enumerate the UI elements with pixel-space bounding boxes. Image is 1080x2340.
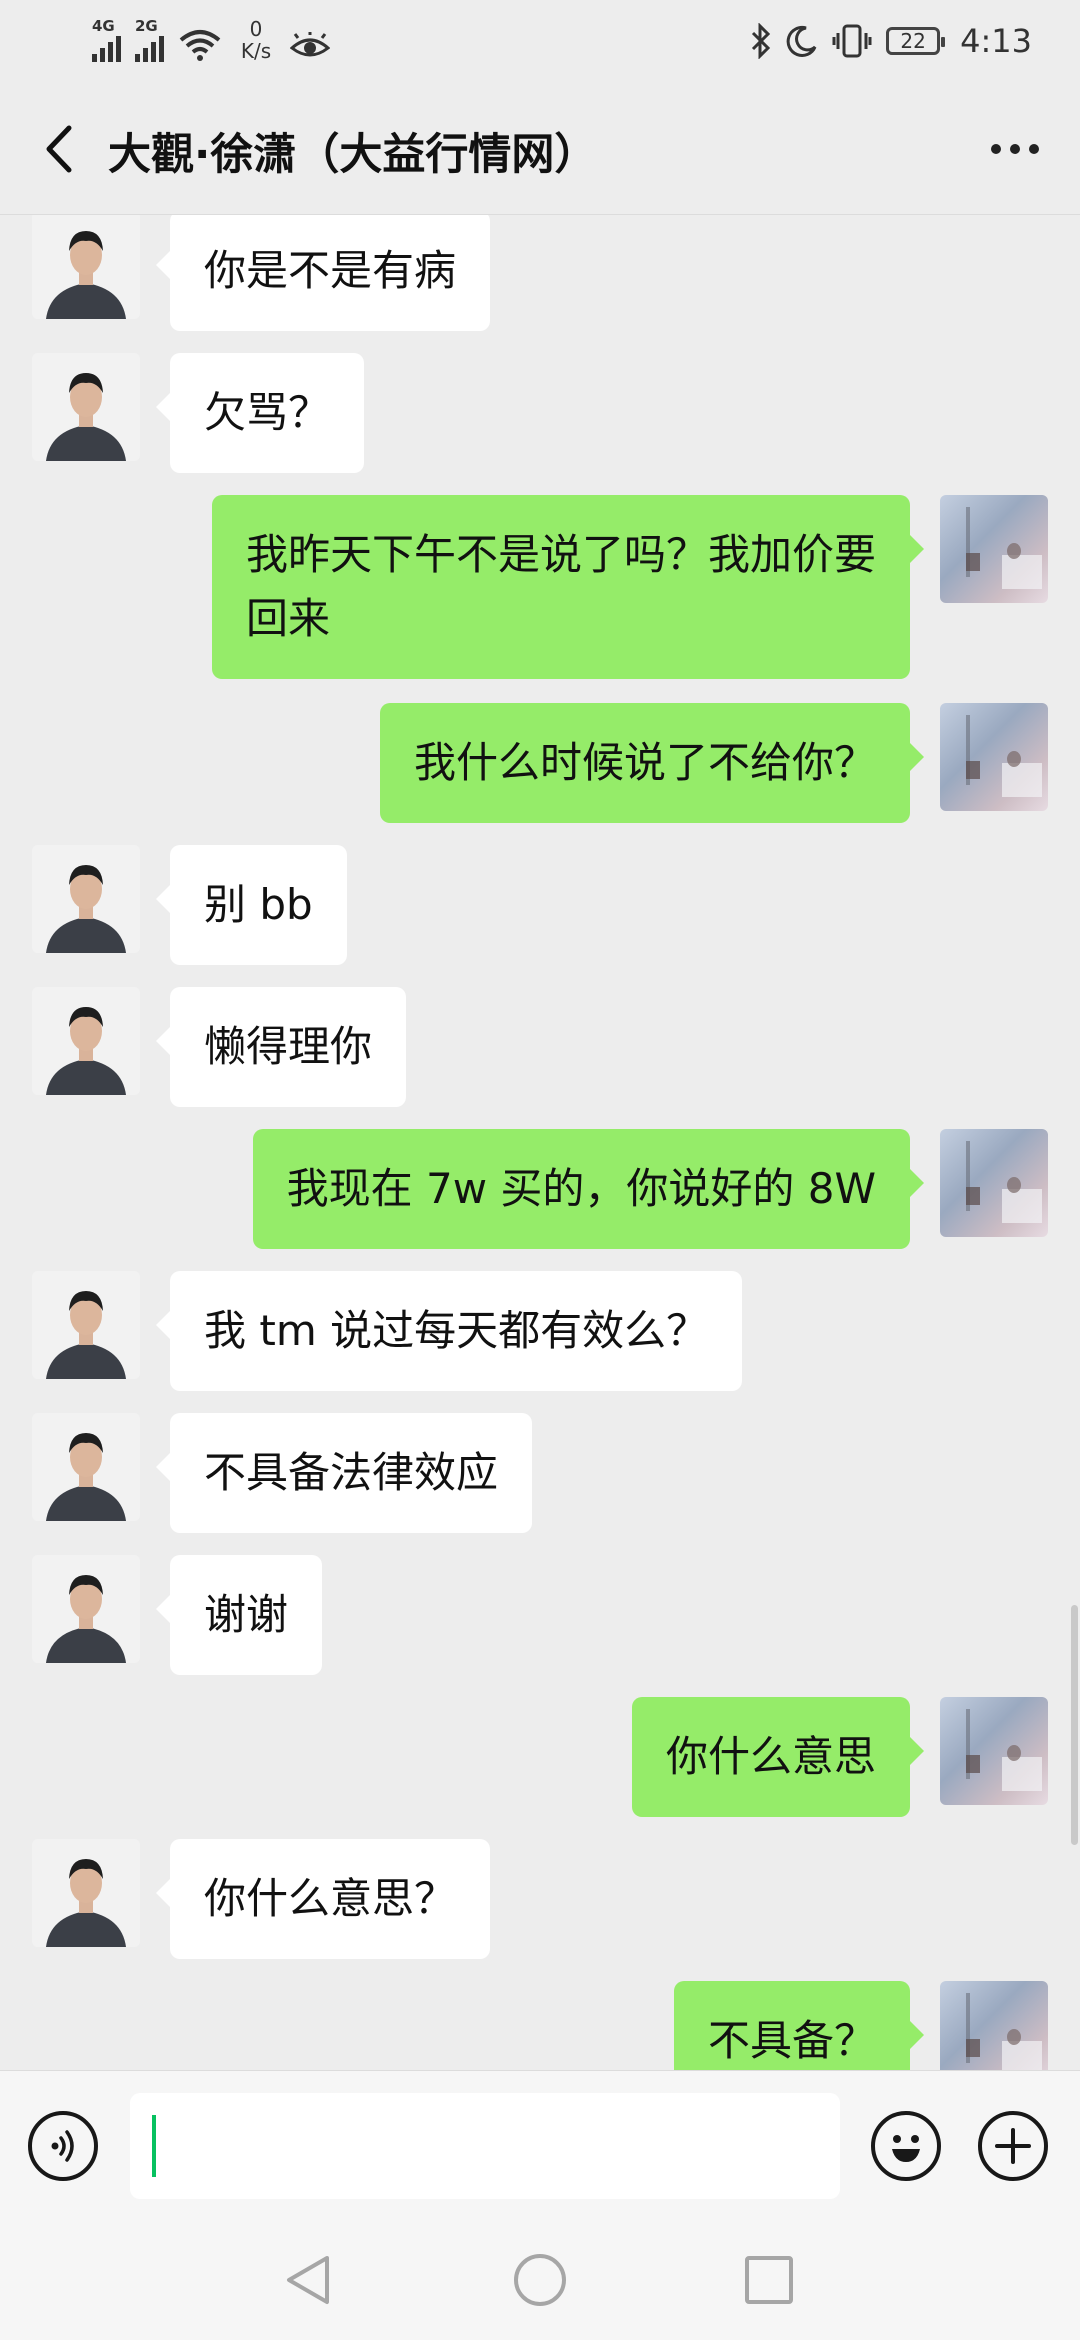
message-bubble[interactable]: 你什么意思 [631, 1697, 925, 1817]
my-avatar[interactable] [940, 1129, 1048, 1237]
message-bubble[interactable]: 欠骂？ [155, 353, 365, 473]
person-avatar-icon [32, 215, 140, 319]
battery-level: 22 [900, 29, 926, 53]
nav-home-button[interactable] [506, 2246, 574, 2314]
chat-title: 大觀·徐潇（大益行情网） [108, 130, 598, 180]
person-avatar-icon [32, 987, 140, 1095]
message-input[interactable] [130, 2093, 840, 2199]
profile-picture-icon [966, 507, 1042, 589]
eye-comfort-icon [290, 32, 330, 57]
profile-picture-icon [966, 715, 1042, 797]
more-dots-icon [1010, 144, 1020, 154]
signal-bars-icon [92, 34, 121, 62]
person-avatar-icon [32, 1271, 140, 1379]
contact-avatar[interactable] [32, 215, 140, 319]
net-speed-unit: K/s [240, 39, 272, 63]
system-navigation-bar [0, 2220, 1080, 2340]
more-dots-icon [991, 144, 1001, 154]
text-caret [152, 2115, 156, 2177]
profile-picture-icon [966, 1993, 1042, 2070]
message-bubble[interactable]: 我 tm 说过每天都有效么？ [155, 1271, 743, 1391]
contact-avatar[interactable] [32, 1271, 140, 1379]
do-not-disturb-moon-icon [786, 25, 817, 57]
nav-back-icon [287, 2256, 329, 2304]
status-time: 4:13 [960, 22, 1032, 60]
emoji-icon [892, 2135, 920, 2162]
voice-input-button[interactable] [28, 2111, 98, 2181]
nav-home-icon [514, 2254, 566, 2306]
profile-picture-icon [966, 1141, 1042, 1223]
chat-header: 大觀·徐潇（大益行情网） [0, 86, 1080, 215]
bluetooth-icon [752, 23, 771, 59]
net-speed-value: 0 [249, 17, 263, 41]
back-button[interactable] [28, 116, 88, 182]
person-avatar-icon [32, 353, 140, 461]
more-functions-button[interactable] [978, 2111, 1048, 2181]
contact-avatar[interactable] [32, 1555, 140, 1663]
contact-avatar[interactable] [32, 845, 140, 953]
my-avatar[interactable] [940, 1697, 1048, 1805]
message-bubble[interactable]: 我什么时候说了不给你？ [379, 703, 925, 823]
message-list[interactable]: 你是不是有病 欠骂？ 我昨天下午不是说了吗？我加价要 回来 我什么时候说了不给你… [0, 215, 1080, 2070]
vibrate-icon [832, 24, 872, 58]
person-avatar-icon [32, 1555, 140, 1663]
message-bubble[interactable]: 不具备法律效应 [155, 1413, 533, 1533]
message-bubble[interactable]: 懒得理你 [155, 987, 407, 1107]
person-avatar-icon [32, 1839, 140, 1947]
message-bubble[interactable]: 你是不是有病 [155, 215, 491, 331]
message-bubble[interactable]: 我昨天下午不是说了吗？我加价要 回来 [211, 495, 925, 679]
wifi-icon [179, 30, 221, 61]
message-bubble[interactable]: 别 bb [156, 845, 347, 965]
battery-icon: 22 [886, 27, 946, 55]
status-left-icons: 4G 2G 0 K/s [92, 18, 330, 62]
cellular-signal-2: 2G [135, 19, 164, 62]
message-bubble[interactable]: 你什么意思？ [155, 1839, 491, 1959]
message-bubble[interactable]: 谢谢 [155, 1555, 323, 1675]
person-avatar-icon [32, 845, 140, 953]
person-avatar-icon [32, 1413, 140, 1521]
contact-avatar[interactable] [32, 1839, 140, 1947]
signal-bars-icon [135, 34, 164, 62]
more-options-button[interactable] [980, 126, 1050, 172]
contact-avatar[interactable] [32, 1413, 140, 1521]
nav-recents-icon [745, 2256, 793, 2304]
voice-icon [51, 2130, 74, 2162]
plus-icon [995, 2128, 1031, 2164]
nav-recents-button[interactable] [735, 2246, 803, 2314]
status-bar: 4G 2G 0 K/s 22 4:13 [0, 0, 1080, 86]
network-type-label: 2G [135, 17, 158, 35]
contact-avatar[interactable] [32, 987, 140, 1095]
cellular-signal-1: 4G [92, 19, 121, 62]
my-avatar[interactable] [940, 1981, 1048, 2070]
status-right-icons: 22 4:13 [750, 22, 1032, 60]
net-speed: 0 K/s [236, 18, 276, 62]
more-dots-icon [1029, 144, 1039, 154]
network-type-label: 4G [92, 17, 115, 35]
emoji-button[interactable] [871, 2111, 941, 2181]
my-avatar[interactable] [940, 703, 1048, 811]
back-arrow-icon [46, 125, 72, 173]
input-bar [0, 2070, 1080, 2221]
scrollbar[interactable] [1071, 1605, 1078, 1845]
profile-picture-icon [966, 1709, 1042, 1791]
nav-back-button[interactable] [275, 2246, 343, 2314]
message-bubble[interactable]: 我现在 7w 买的，你说好的 8W [252, 1129, 925, 1249]
message-bubble[interactable]: 不具备？ [673, 1981, 925, 2070]
contact-avatar[interactable] [32, 353, 140, 461]
my-avatar[interactable] [940, 495, 1048, 603]
